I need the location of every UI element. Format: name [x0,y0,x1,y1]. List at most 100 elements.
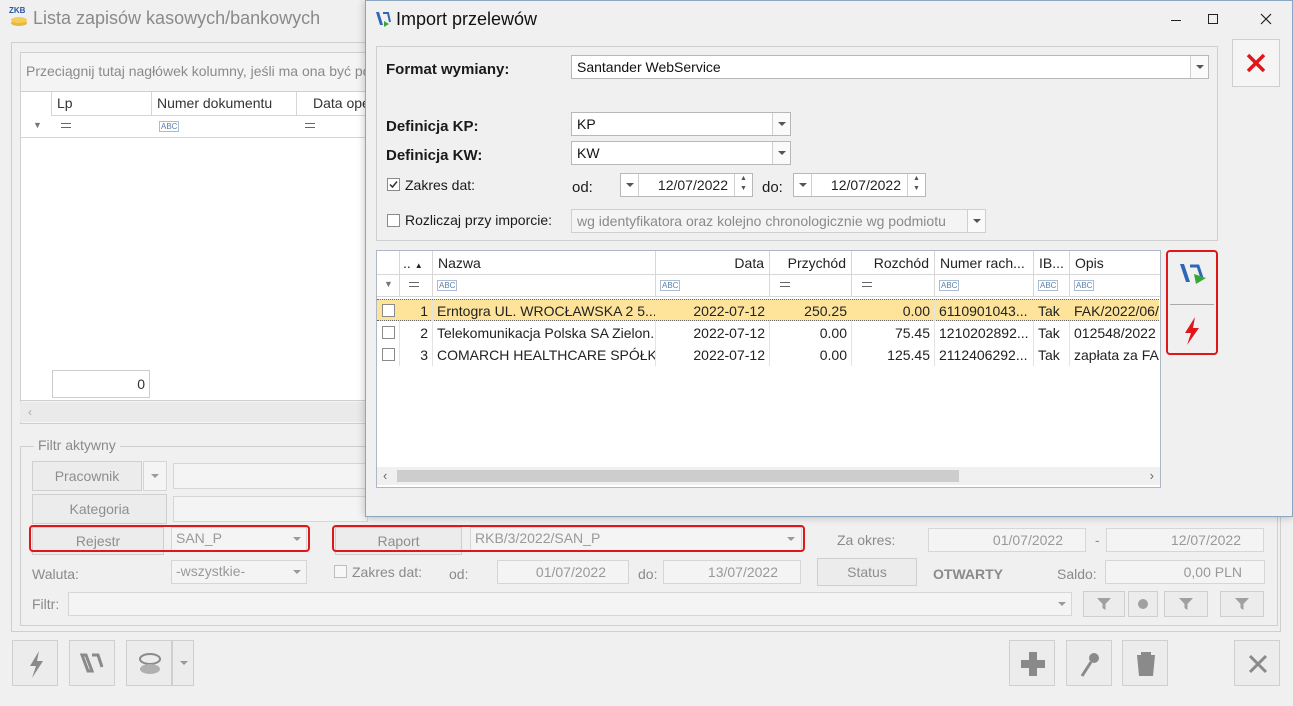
minimize-button[interactable] [1158,5,1194,33]
status-button[interactable]: Status [817,558,917,586]
table-row[interactable]: 3 COMARCH HEALTHCARE SPÓŁK... 2022-07-12… [377,344,1159,366]
rozliczaj-combo[interactable]: wg identyfikatora oraz kolejno chronolog… [571,209,986,233]
back-hscroll[interactable]: ‹ [20,402,372,422]
col-rozchod-label: Rozchód [873,255,929,271]
close-button-back[interactable] [1234,640,1280,686]
col-header-opis[interactable]: Opis [1070,251,1160,275]
table-row[interactable]: 2 Telekomunikacja Polska SA Zielon... 20… [377,322,1159,344]
do-label: do: [762,179,783,196]
kategoria-field[interactable] [173,496,368,522]
row-nazwa: Erntogra UL. WROCŁAWSKA 2 5... [433,300,656,322]
row-rozchod: 75.45 [852,322,935,344]
za-okres-from[interactable]: 01/07/2022 [928,528,1086,552]
chevron-down-icon [626,183,634,187]
filtr-label: Filtr: [32,596,60,612]
od-spinner[interactable]: ▲ ▼ [734,174,752,196]
row-checkbox-cell[interactable] [377,300,400,322]
do-value: 13/07/2022 [707,564,778,580]
col-header-check[interactable] [377,251,400,275]
filter-clear-button[interactable] [1128,591,1158,617]
filter-cell[interactable]: ABC [656,275,770,297]
pracownik-button[interactable]: Pracownik [32,461,142,491]
close-window-button[interactable] [1248,5,1284,33]
scroll-thumb[interactable] [397,470,959,482]
table-row[interactable]: 1 Erntogra UL. WROCŁAWSKA 2 5... 2022-07… [377,299,1159,322]
chevron-down-icon [151,474,159,478]
back-grid: Lp Numer dokumentu Data ope ▼ ABC [20,91,373,401]
col-header-data[interactable]: Data [656,251,770,275]
export-button-back[interactable] [69,640,115,686]
do-calendar-button[interactable] [794,174,812,196]
filter-cell[interactable] [400,275,433,297]
row-checkbox-cell[interactable] [377,322,400,344]
maximize-button[interactable] [1195,5,1231,33]
pracownik-field[interactable] [173,463,368,489]
col-header-iban[interactable]: IB... [1034,251,1070,275]
scroll-left-icon[interactable]: ‹ [383,468,387,483]
od-field[interactable]: 01/07/2022 [497,560,629,584]
horizontal-scrollbar[interactable]: ‹ › [377,467,1160,485]
payment-dropdown[interactable] [172,640,194,686]
abc-icon: ABC [660,280,681,291]
od-value: 01/07/2022 [535,564,606,580]
import-button-back[interactable] [12,640,58,686]
row-checkbox[interactable] [382,326,395,339]
kategoria-button[interactable]: Kategoria [32,494,167,524]
do-field[interactable]: 13/07/2022 [663,560,801,584]
filter-row: ▼ ABC ABC ABC ABC ABC [377,275,1160,297]
abc-icon: ABC [159,121,180,132]
row-numer: 6110901043... [935,300,1034,322]
col-header-lp[interactable]: .. ▲ [400,251,433,275]
filter-cell[interactable]: ABC [935,275,1034,297]
do-date-field[interactable]: 12/07/2022 ▲ ▼ [793,173,926,197]
waluta-combo[interactable]: -wszystkie- [171,560,307,584]
kp-label: Definicja KP: [386,118,479,135]
col-header-rozchod[interactable]: Rozchód [852,251,935,275]
sort-asc-icon: ▲ [414,261,423,270]
filter-cell[interactable]: ABC [433,275,656,297]
zakres-dat-checkbox[interactable] [387,178,400,191]
delete-button[interactable] [1122,640,1168,686]
edit-button[interactable] [1066,640,1112,686]
scroll-right-icon[interactable]: › [1150,468,1154,483]
row-opis: FAK/2022/06/ [1074,303,1159,319]
row-przychod: 250.25 [770,300,852,322]
rozliczaj-label: Rozliczaj przy imporcie: [405,212,553,228]
row-nazwa: COMARCH HEALTHCARE SPÓŁK... [433,344,656,366]
col-header-przychod[interactable]: Przychód [770,251,852,275]
action-divider [1170,304,1214,305]
za-okres-to[interactable]: 12/07/2022 [1106,528,1264,552]
kp-combo[interactable]: KP [571,112,791,136]
filter-edit-button[interactable] [1164,591,1208,617]
filter-cell[interactable] [852,275,935,297]
status-label: Status [847,564,887,580]
col-header-nazwa[interactable]: Nazwa [433,251,656,275]
import-transfers-button[interactable] [1172,254,1212,294]
saldo-label: Saldo: [1057,566,1097,582]
col-header-numer[interactable]: Numer rach... [935,251,1034,275]
kw-combo[interactable]: KW [571,141,791,165]
filter-advanced-button[interactable] [1220,591,1264,617]
row-checkbox[interactable] [382,348,395,361]
filter-apply-button[interactable] [1083,591,1125,617]
format-combo[interactable]: Santander WebService [571,55,1209,79]
execute-import-button[interactable] [1172,311,1212,351]
od-date-field[interactable]: 12/07/2022 ▲ ▼ [620,173,753,197]
filtr-combo[interactable] [68,592,1072,616]
col-header-data[interactable]: Data ope [296,92,372,116]
col-header-numer[interactable]: Numer dokumentu [151,92,296,116]
row-checkbox-cell[interactable] [377,344,400,366]
zakres-dat-checkbox[interactable] [334,565,347,578]
add-button[interactable] [1009,640,1055,686]
od-label: od: [572,179,593,196]
filter-cell[interactable]: ▼ [377,275,400,297]
do-spinner[interactable]: ▲ ▼ [907,174,925,196]
od-calendar-button[interactable] [621,174,639,196]
rozliczaj-checkbox[interactable] [387,214,400,227]
filter-cell[interactable]: ABC [1034,275,1070,297]
row-checkbox[interactable] [382,304,395,317]
payment-button-back[interactable] [126,640,172,686]
filter-cell[interactable] [770,275,852,297]
dialog-cancel-button[interactable] [1232,39,1280,87]
filter-cell[interactable]: ABC [1070,275,1160,297]
